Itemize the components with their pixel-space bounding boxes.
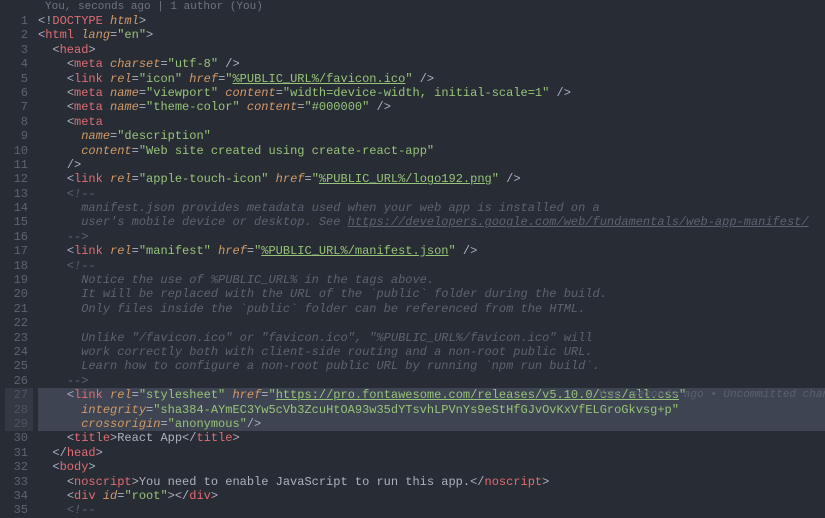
code-line[interactable]: </head> <box>38 446 825 460</box>
code-line[interactable]: --> <box>38 230 825 244</box>
code-line[interactable]: <title>React App</title> <box>38 431 825 445</box>
code-line[interactable]: <head> <box>38 43 825 57</box>
code-line[interactable]: <!-- <box>38 259 825 273</box>
code-line[interactable]: work correctly both with client-side rou… <box>38 345 825 359</box>
code-line[interactable]: manifest.json provides metadata used whe… <box>38 201 825 215</box>
line-number: 16 <box>0 230 28 244</box>
code-line[interactable]: <meta name="viewport" content="width=dev… <box>38 86 825 100</box>
line-number: 24 <box>0 345 28 359</box>
line-number-gutter: 1234567891011121314151617181920212223242… <box>0 0 38 508</box>
code-line[interactable]: Unlike "/favicon.ico" or "favicon.ico", … <box>38 331 825 345</box>
code-line[interactable]: <meta <box>38 115 825 129</box>
line-number: 9 <box>0 129 28 143</box>
code-line[interactable]: <div id="root"></div> <box>38 489 825 503</box>
code-line[interactable]: /> <box>38 158 825 172</box>
code-line[interactable]: Only files inside the `public` folder ca… <box>38 302 825 316</box>
git-blame-annotation: You, seconds ago • Uncommitted changes <box>598 388 825 402</box>
code-line[interactable]: <body> <box>38 460 825 474</box>
line-number: 19 <box>0 273 28 287</box>
line-number: 12 <box>0 172 28 186</box>
line-number: 32 <box>0 460 28 474</box>
line-number: 13 <box>0 187 28 201</box>
line-number: 31 <box>0 446 28 460</box>
code-line[interactable]: <meta name="theme-color" content="#00000… <box>38 100 825 114</box>
code-line[interactable]: It will be replaced with the URL of the … <box>38 287 825 301</box>
line-number: 30 <box>0 431 28 445</box>
codelens-annotation[interactable]: You, seconds ago | 1 author (You) <box>38 0 825 14</box>
line-number: 1 <box>0 14 28 28</box>
line-number: 11 <box>0 158 28 172</box>
code-line[interactable]: <!-- <box>38 187 825 201</box>
line-number: 25 <box>0 359 28 373</box>
line-number: 21 <box>0 302 28 316</box>
line-number: 8 <box>0 115 28 129</box>
line-number: 5 <box>0 72 28 86</box>
code-line[interactable]: <meta charset="utf-8" /> <box>38 57 825 71</box>
line-number: 18 <box>0 259 28 273</box>
line-number: 10 <box>0 144 28 158</box>
code-line[interactable]: <link rel="icon" href="%PUBLIC_URL%/favi… <box>38 72 825 86</box>
code-line[interactable]: <!DOCTYPE html> <box>38 14 825 28</box>
code-line[interactable]: <link rel="stylesheet" href="https://pro… <box>38 388 825 402</box>
code-line[interactable]: <noscript>You need to enable JavaScript … <box>38 475 825 489</box>
line-number: 35 <box>0 503 28 517</box>
line-number: 4 <box>0 57 28 71</box>
line-number: 34 <box>0 489 28 503</box>
line-number: 6 <box>0 86 28 100</box>
line-number: 20 <box>0 287 28 301</box>
line-number: 17 <box>0 244 28 258</box>
line-number: 26 <box>0 374 28 388</box>
code-line[interactable] <box>38 316 825 330</box>
line-number: 23 <box>0 331 28 345</box>
line-number: 7 <box>0 100 28 114</box>
code-line[interactable]: <link rel="apple-touch-icon" href="%PUBL… <box>38 172 825 186</box>
line-number: 15 <box>0 215 28 229</box>
code-area[interactable]: You, seconds ago | 1 author (You) <!DOCT… <box>38 0 825 508</box>
code-line[interactable]: integrity="sha384-AYmEC3Yw5cVb3ZcuHtOA93… <box>38 403 825 417</box>
code-editor[interactable]: 1234567891011121314151617181920212223242… <box>0 0 825 508</box>
line-number: 22 <box>0 316 28 330</box>
line-number: 3 <box>0 43 28 57</box>
line-number: 14 <box>0 201 28 215</box>
code-line[interactable]: --> <box>38 374 825 388</box>
code-line[interactable]: Notice the use of %PUBLIC_URL% in the ta… <box>38 273 825 287</box>
code-line[interactable]: <!-- <box>38 503 825 517</box>
line-number: 33 <box>0 475 28 489</box>
code-line[interactable]: Learn how to configure a non-root public… <box>38 359 825 373</box>
code-line[interactable]: <html lang="en"> <box>38 28 825 42</box>
code-line[interactable]: crossorigin="anonymous"/> <box>38 417 825 431</box>
code-line[interactable]: name="description" <box>38 129 825 143</box>
code-line[interactable]: user's mobile device or desktop. See htt… <box>38 215 825 229</box>
code-line[interactable]: <link rel="manifest" href="%PUBLIC_URL%/… <box>38 244 825 258</box>
code-content[interactable]: <!DOCTYPE html><html lang="en"> <head> <… <box>38 14 825 518</box>
code-line[interactable]: content="Web site created using create-r… <box>38 144 825 158</box>
line-number: 2 <box>0 28 28 42</box>
